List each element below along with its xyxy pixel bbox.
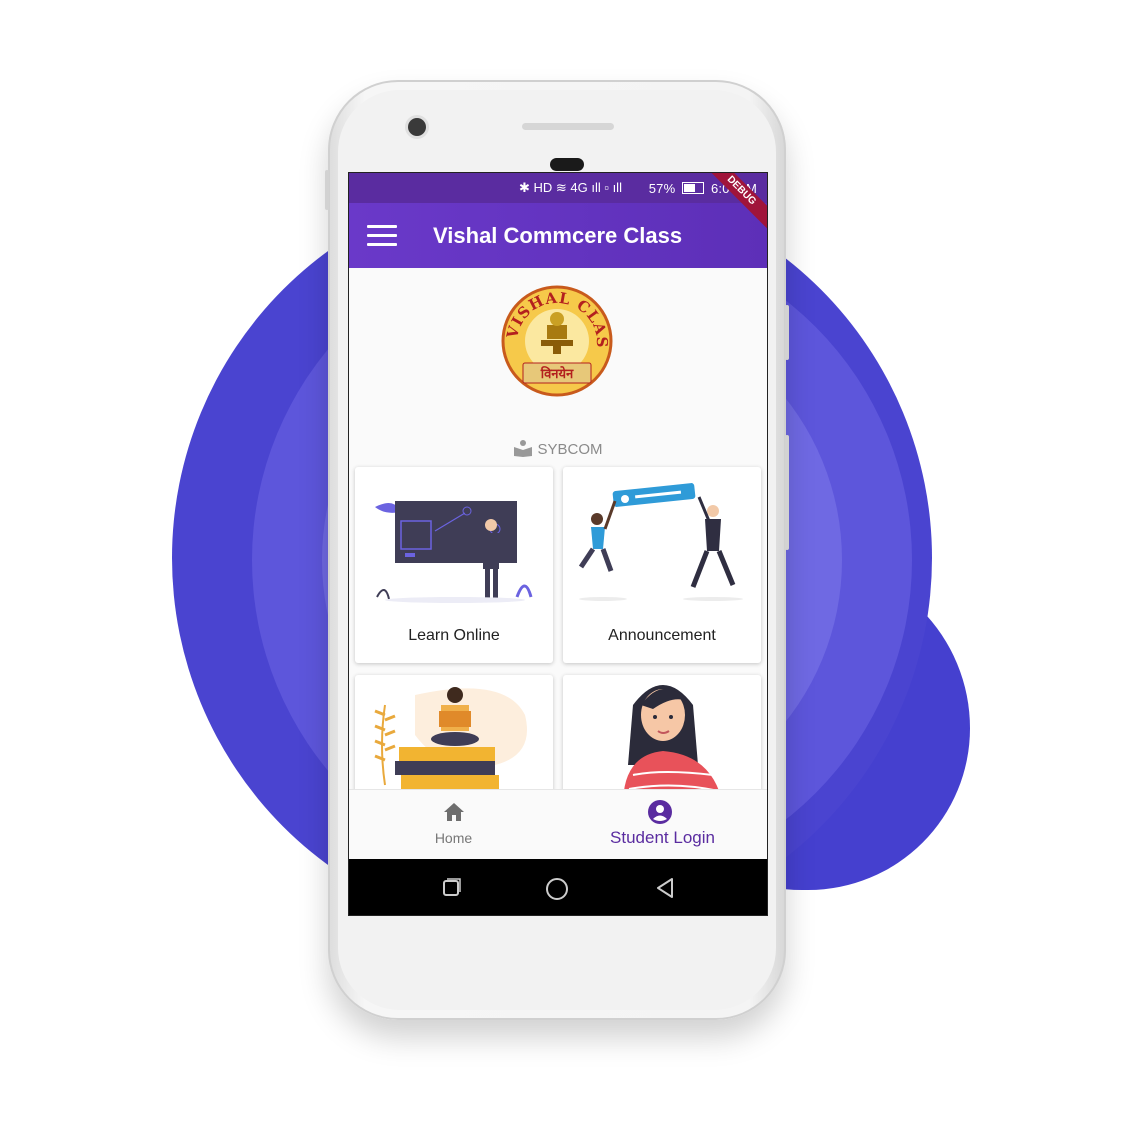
back-icon[interactable] [655,877,675,899]
learn-online-card[interactable]: Learn Online [355,467,553,663]
battery-percent: 57% [648,181,676,196]
app-bar: Vishal Commcere Class [349,203,767,268]
power-button [785,305,789,360]
nav-student-login-label: Student Login [610,828,715,847]
student-card[interactable] [563,675,761,805]
system-navigation-bar [349,859,767,915]
battery-icon [682,182,705,194]
card-label: Learn Online [408,627,500,644]
bottom-navigation: Home Student Login [349,789,767,860]
announcement-card[interactable]: Announcement [563,467,761,663]
book-reader-icon [514,440,533,457]
logo-motto: विनयेन [540,366,574,382]
status-icons: ✱ HD ≋ 4G ıll ▫ ıll [519,180,622,195]
announcement-illustration [578,483,743,601]
nav-home-label: Home [434,830,473,846]
side-button [785,435,789,550]
home-icon [444,803,464,821]
volume-button [325,170,329,210]
app-title: Vishal Commcere Class [433,223,683,248]
account-circle-icon [648,800,672,824]
earpiece-speaker [522,123,614,130]
proximity-sensor [550,158,584,171]
hamburger-menu-icon[interactable] [367,225,397,247]
course-heading: SYBCOM [349,439,767,458]
study-card[interactable] [355,675,553,805]
nav-home[interactable]: Home [349,790,558,860]
nav-student-login[interactable]: Student Login [558,790,767,860]
home-circle-icon[interactable] [545,877,569,901]
student-illustration [623,685,723,805]
status-bar: ✱ HD ≋ 4G ıll ▫ ıll 57% 6:04PM [349,173,767,203]
reading-illustration [374,687,527,789]
recents-icon[interactable] [441,877,461,897]
front-camera [408,118,426,136]
teacher-illustration [375,501,533,603]
phone-screen: ✱ HD ≋ 4G ıll ▫ ıll 57% 6:04PM Vishal Co… [348,172,768,916]
card-label: Announcement [608,627,716,644]
vishal-classes-logo: VISHAL CLASSES विनयेन [501,285,613,397]
course-label: SYBCOM [537,441,603,458]
